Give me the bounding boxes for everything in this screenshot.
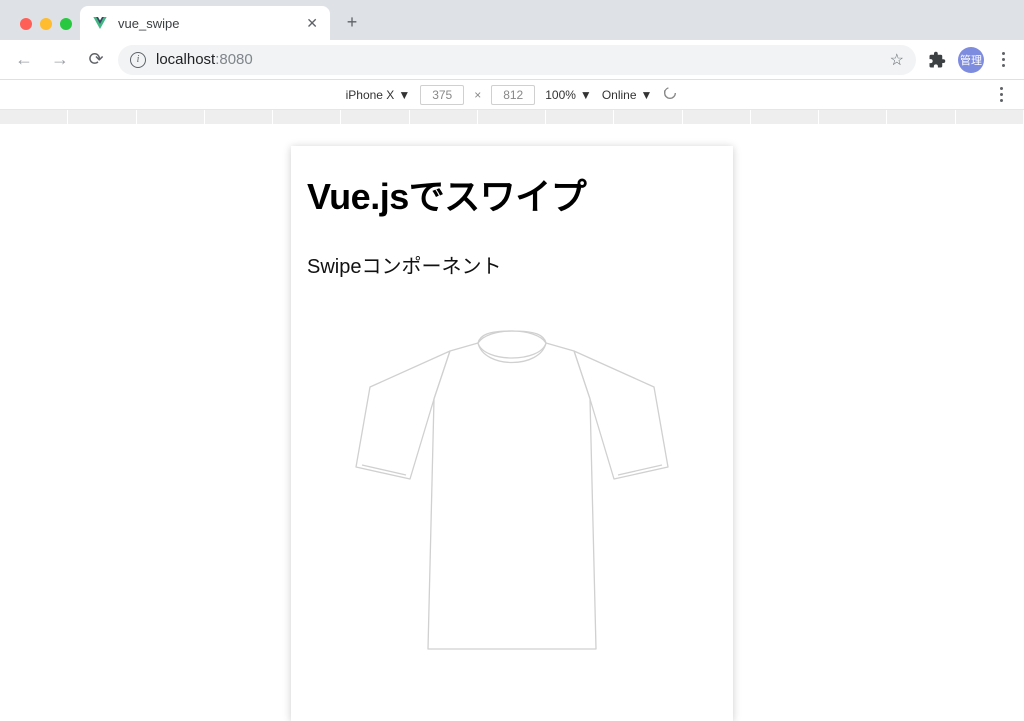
zoom-value: 100%: [545, 88, 576, 102]
tab-title: vue_swipe: [118, 16, 296, 31]
reload-button[interactable]: ⟳: [82, 46, 110, 74]
back-button[interactable]: ←: [10, 46, 38, 74]
zoom-select[interactable]: 100% ▼: [545, 88, 592, 102]
browser-chrome: vue_swipe ✕ + ← → ⟳ i localhost:8080 ☆ 管…: [0, 0, 1024, 80]
device-frame: Vue.jsでスワイプ Swipeコンポーネント: [291, 146, 733, 721]
tab-close-button[interactable]: ✕: [306, 15, 318, 32]
extensions-icon[interactable]: [924, 47, 950, 73]
swipe-item[interactable]: [307, 329, 717, 659]
ruler: [0, 110, 1024, 128]
device-select[interactable]: iPhone X ▼: [346, 88, 411, 102]
vue-favicon-icon: [92, 15, 108, 31]
rotate-button[interactable]: [662, 85, 678, 104]
viewport-area: Vue.jsでスワイプ Swipeコンポーネント: [0, 128, 1024, 721]
page-title: Vue.jsでスワイプ: [307, 168, 717, 220]
device-name: iPhone X: [346, 88, 395, 102]
browser-menu-button[interactable]: [992, 52, 1014, 67]
url-host: localhost: [156, 51, 215, 68]
address-bar[interactable]: i localhost:8080 ☆: [118, 45, 916, 75]
site-info-icon[interactable]: i: [130, 52, 146, 68]
device-height-input[interactable]: 812: [491, 85, 535, 105]
new-tab-button[interactable]: +: [340, 10, 364, 34]
window-minimize-button[interactable]: [40, 18, 52, 30]
forward-button[interactable]: →: [46, 46, 74, 74]
profile-label: 管理: [960, 52, 982, 68]
device-width-input[interactable]: 375: [420, 85, 464, 105]
url-port: :8080: [215, 51, 253, 68]
window-controls: [12, 18, 80, 40]
profile-badge[interactable]: 管理: [958, 47, 984, 73]
window-close-button[interactable]: [20, 18, 32, 30]
page-subtitle: Swipeコンポーネント: [307, 250, 717, 279]
chevron-down-icon: ▼: [398, 88, 410, 102]
tshirt-icon: [332, 329, 692, 659]
throttling-select[interactable]: Online ▼: [602, 88, 653, 102]
chevron-down-icon: ▼: [641, 88, 653, 102]
bookmark-star-icon[interactable]: ☆: [890, 50, 904, 70]
url-text: localhost:8080: [156, 51, 253, 68]
device-toolbar: iPhone X ▼ 375 × 812 100% ▼ Online ▼: [0, 80, 1024, 110]
network-value: Online: [602, 88, 637, 102]
window-maximize-button[interactable]: [60, 18, 72, 30]
dimension-separator: ×: [474, 88, 481, 102]
chevron-down-icon: ▼: [580, 88, 592, 102]
browser-tab[interactable]: vue_swipe ✕: [80, 6, 330, 40]
device-toolbar-menu-button[interactable]: [990, 87, 1012, 102]
tab-strip: vue_swipe ✕ +: [0, 0, 1024, 40]
toolbar: ← → ⟳ i localhost:8080 ☆ 管理: [0, 40, 1024, 80]
